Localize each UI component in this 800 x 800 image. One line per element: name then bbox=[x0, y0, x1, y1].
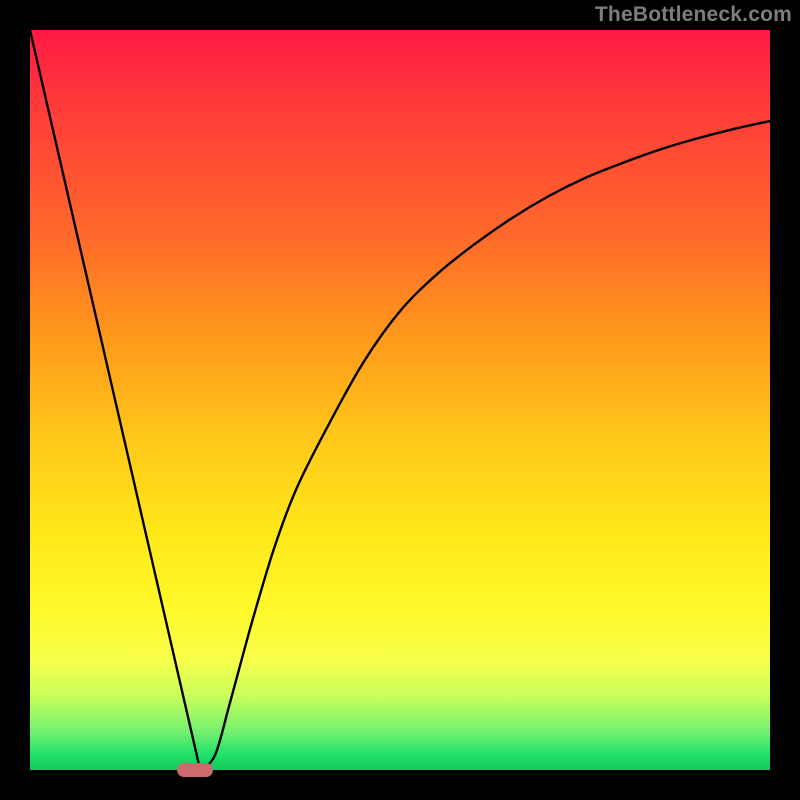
plot-area bbox=[30, 30, 770, 770]
bottleneck-curve bbox=[30, 30, 770, 770]
optimal-marker bbox=[177, 763, 213, 777]
watermark-text: TheBottleneck.com bbox=[595, 3, 792, 27]
chart-frame: TheBottleneck.com bbox=[0, 0, 800, 800]
